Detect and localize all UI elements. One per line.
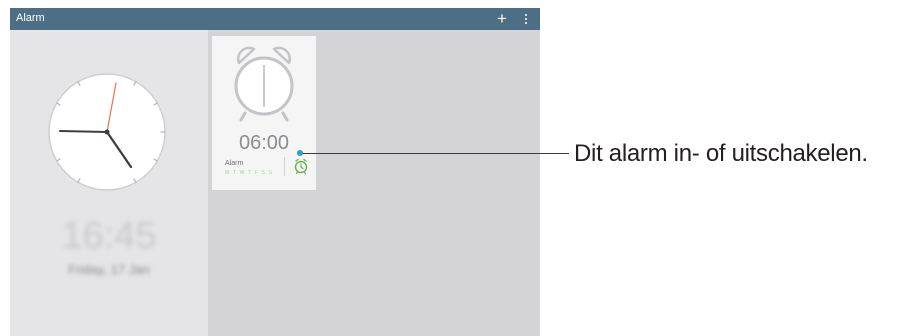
alarm-clock-icon [294, 158, 308, 175]
more-options-button[interactable] [518, 8, 534, 30]
add-alarm-button[interactable]: + [492, 8, 512, 30]
callout-line [301, 153, 569, 154]
alarm-toggle-button[interactable] [292, 156, 310, 176]
alarm-name: Alarm [225, 160, 244, 167]
overflow-menu-icon [525, 14, 527, 16]
callout-dot [297, 150, 303, 156]
alarm-card[interactable]: 06:00 Alarm M T W T F S S [212, 36, 316, 190]
callout-label: Dit alarm in- of uitschakelen. [574, 140, 868, 167]
app-title: Alarm [16, 12, 45, 24]
divider [284, 157, 285, 176]
plus-icon: + [497, 9, 507, 28]
alarm-clock-illustration-icon [234, 46, 294, 122]
app-screen: Alarm + 16:45 Friday, 17 Jan 06:00 Alarm… [10, 8, 540, 336]
hour-hand [59, 130, 108, 133]
digital-time: 16:45 [61, 215, 157, 257]
analog-clock [48, 73, 166, 191]
top-bar: Alarm + [10, 8, 540, 30]
digital-date: Friday, 17 Jan [68, 262, 150, 277]
clock-panel: 16:45 Friday, 17 Jan [10, 30, 208, 336]
alarm-repeat-days: M T W T F S S [225, 170, 274, 176]
